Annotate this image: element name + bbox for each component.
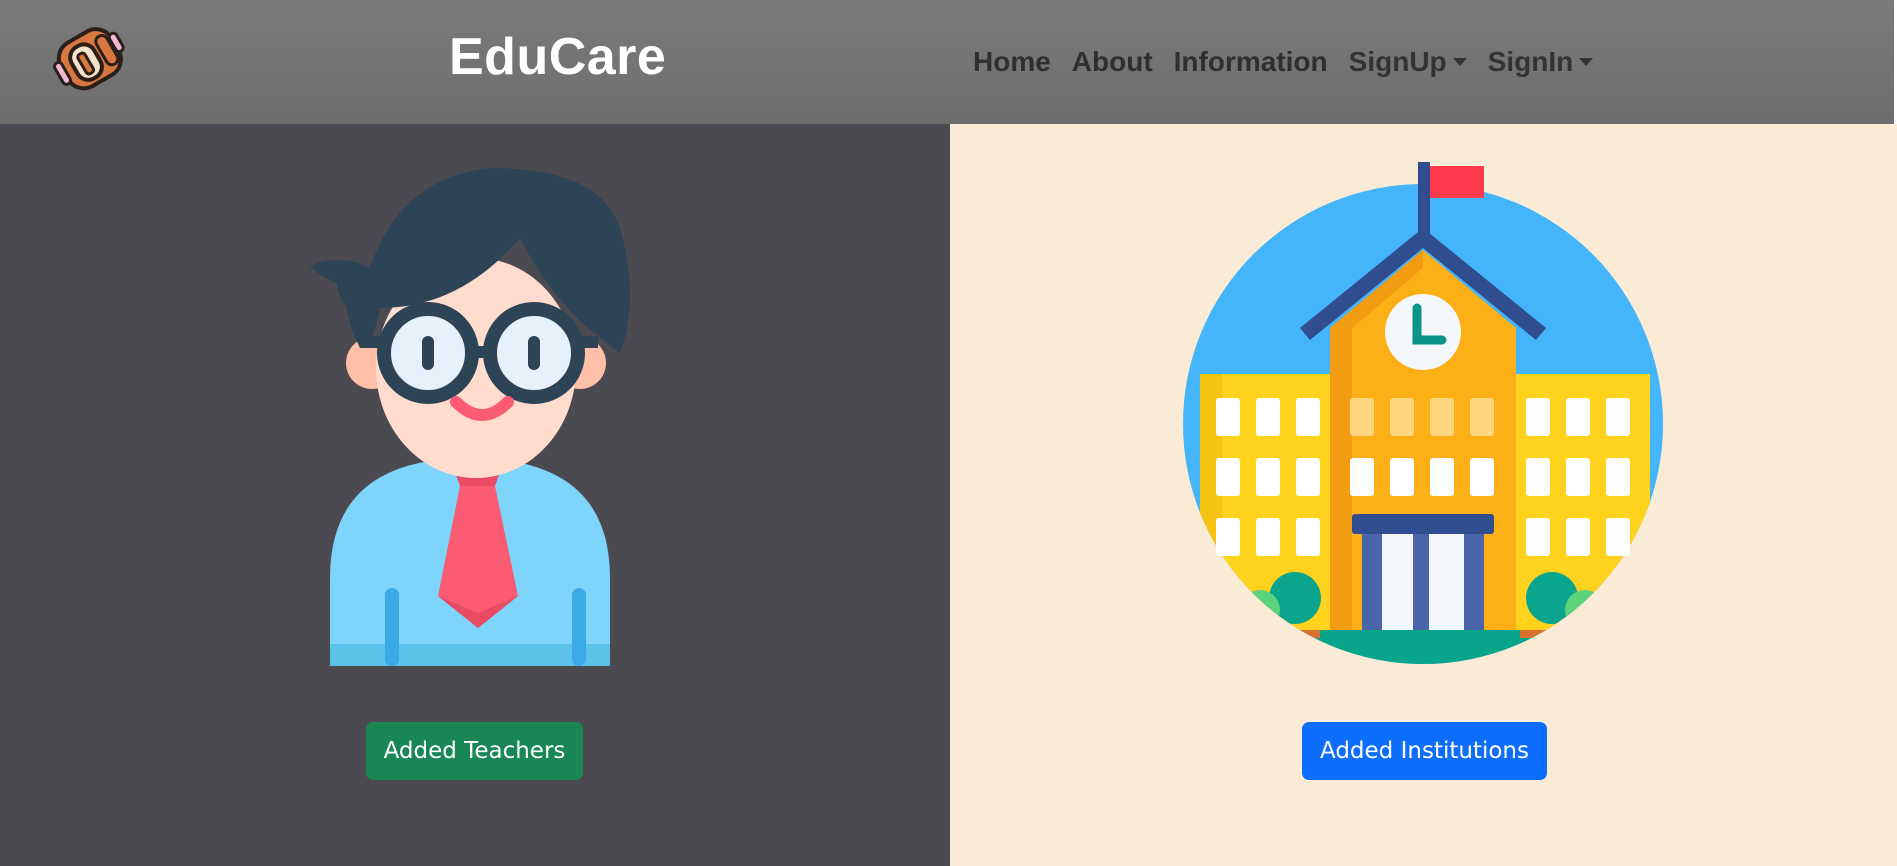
- nav-about-link[interactable]: About: [1072, 44, 1153, 80]
- navbar: EduCare Home About Information SignUp Si…: [0, 0, 1894, 124]
- nav-menu: Home About Information SignUp SignIn: [973, 44, 1614, 80]
- nav-signup-label: SignUp: [1348, 46, 1447, 77]
- caret-down-icon: [1579, 58, 1594, 66]
- nav-signup-dropdown[interactable]: SignUp: [1349, 44, 1467, 80]
- school-building-icon: [1180, 158, 1666, 666]
- nav-signin-dropdown[interactable]: SignIn: [1488, 44, 1594, 80]
- nav-home-link[interactable]: Home: [973, 44, 1051, 80]
- teacher-avatar-icon: [300, 158, 640, 666]
- backpack-icon[interactable]: [40, 20, 140, 102]
- caret-down-icon: [1452, 58, 1467, 66]
- nav-signin-label: SignIn: [1487, 46, 1574, 77]
- added-teachers-button[interactable]: Added Teachers: [366, 722, 583, 780]
- added-institutions-button[interactable]: Added Institutions: [1302, 722, 1547, 780]
- nav-information-link[interactable]: Information: [1174, 44, 1328, 80]
- brand-title[interactable]: EduCare: [449, 26, 666, 88]
